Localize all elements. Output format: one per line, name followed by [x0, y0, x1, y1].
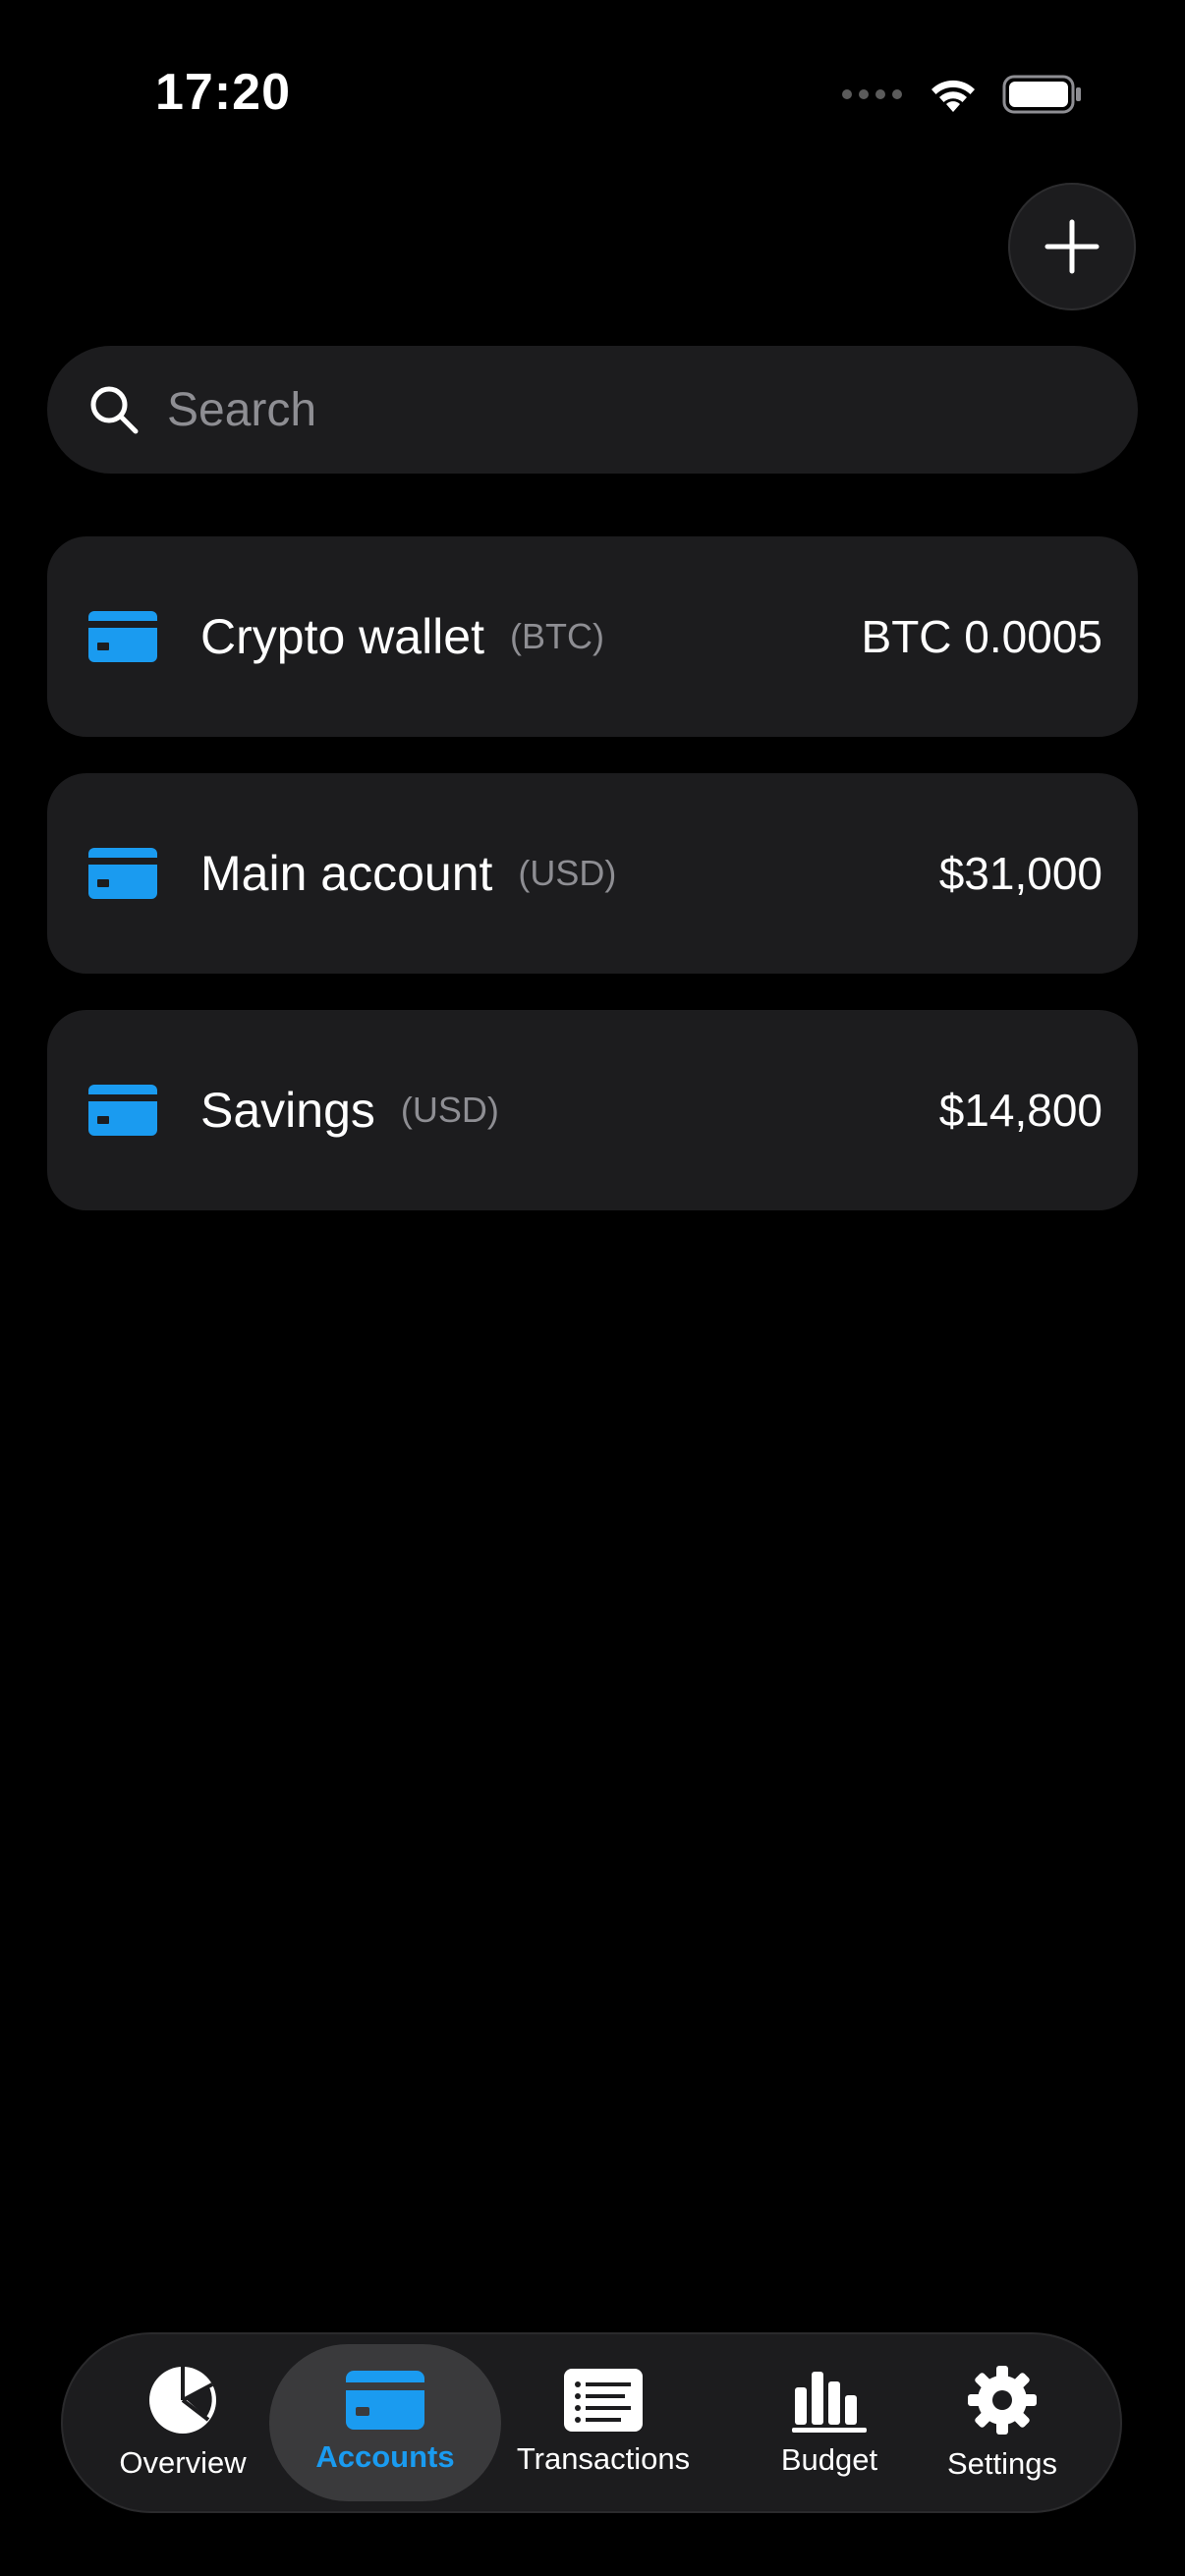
- tab-budget[interactable]: Budget: [749, 2332, 910, 2513]
- cellular-signal-icon: [842, 89, 902, 99]
- pie-chart-icon: [149, 2367, 216, 2434]
- wifi-icon: [931, 80, 975, 112]
- search-bar[interactable]: [47, 346, 1138, 474]
- account-item-main-account[interactable]: Main account (USD) $31,000: [47, 773, 1138, 974]
- search-icon: [90, 386, 139, 434]
- plus-icon: [1044, 219, 1100, 274]
- account-item-savings[interactable]: Savings (USD) $14,800: [47, 1010, 1138, 1210]
- tab-label: Overview: [119, 2445, 247, 2480]
- tab-label: Transactions: [516, 2441, 691, 2476]
- credit-card-icon: [88, 611, 157, 662]
- tab-label: Settings: [946, 2446, 1057, 2481]
- account-currency: (USD): [400, 1090, 499, 1130]
- account-currency: (BTC): [510, 616, 604, 656]
- tab-label: Accounts: [315, 2439, 455, 2474]
- add-account-button[interactable]: [1008, 183, 1136, 310]
- list-icon: [564, 2369, 643, 2432]
- tab-accounts[interactable]: Accounts: [269, 2332, 501, 2513]
- bar-chart-icon: [792, 2372, 867, 2433]
- gear-icon: [968, 2366, 1037, 2435]
- status-time: 17:20: [155, 64, 291, 121]
- tab-overview[interactable]: Overview: [94, 2332, 271, 2513]
- account-name: Savings: [200, 1083, 375, 1138]
- tab-bar: Overview Accounts Transactions Budget Se…: [61, 2332, 1122, 2513]
- credit-card-icon: [88, 848, 157, 899]
- account-currency: (USD): [518, 853, 617, 893]
- account-balance: BTC 0.0005: [861, 611, 1102, 662]
- account-item-crypto-wallet[interactable]: Crypto wallet (BTC) BTC 0.0005: [47, 536, 1138, 737]
- status-indicators: [842, 73, 1083, 116]
- tab-label: Budget: [780, 2442, 878, 2477]
- battery-icon: [1002, 75, 1081, 114]
- credit-card-icon: [88, 1085, 157, 1136]
- credit-card-icon: [346, 2371, 424, 2430]
- search-input[interactable]: [165, 381, 1053, 438]
- account-balance: $31,000: [938, 848, 1102, 899]
- account-name: Main account: [200, 846, 493, 901]
- account-name: Crypto wallet: [200, 609, 484, 664]
- tab-settings[interactable]: Settings: [922, 2332, 1083, 2513]
- account-balance: $14,800: [938, 1085, 1102, 1136]
- tab-transactions[interactable]: Transactions: [505, 2332, 702, 2513]
